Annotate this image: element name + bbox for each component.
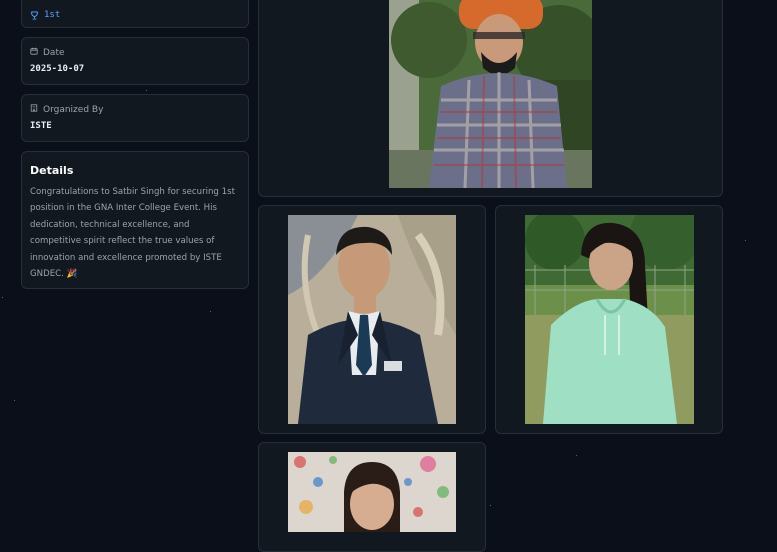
trophy-icon — [30, 5, 39, 24]
background-star — [745, 240, 746, 241]
organizer-card: Organized By ISTE — [21, 94, 249, 142]
participant-photo-colorful-wall[interactable] — [288, 452, 456, 532]
details-card: Details Congratulations to Satbir Singh … — [21, 151, 249, 289]
gallery-card[interactable] — [495, 205, 723, 434]
date-value: 2025-10-07 — [30, 64, 85, 74]
background-star — [210, 311, 211, 312]
details-title: Details — [30, 164, 74, 177]
background-star — [2, 297, 3, 298]
participant-photo-suit[interactable] — [288, 215, 456, 424]
gallery-card[interactable] — [258, 0, 723, 197]
calendar-icon — [30, 47, 38, 58]
gallery-card[interactable] — [258, 205, 486, 434]
date-card: Date 2025-10-07 — [21, 37, 249, 85]
result-value: 1st — [44, 9, 61, 20]
date-label: Date — [43, 47, 65, 58]
result-card: 1st — [21, 0, 249, 28]
details-text: Congratulations to Satbir Singh for secu… — [30, 187, 235, 280]
gallery-card[interactable] — [258, 442, 486, 552]
building-icon — [30, 104, 38, 115]
background-star — [146, 90, 147, 91]
background-star — [576, 455, 577, 456]
background-star — [490, 505, 491, 506]
participant-photo-green-hoodie[interactable] — [525, 215, 694, 424]
participant-photo-turban[interactable] — [389, 0, 592, 188]
organizer-value: ISTE — [30, 121, 52, 131]
background-star — [14, 400, 15, 401]
organizer-label: Organized By — [43, 104, 104, 115]
